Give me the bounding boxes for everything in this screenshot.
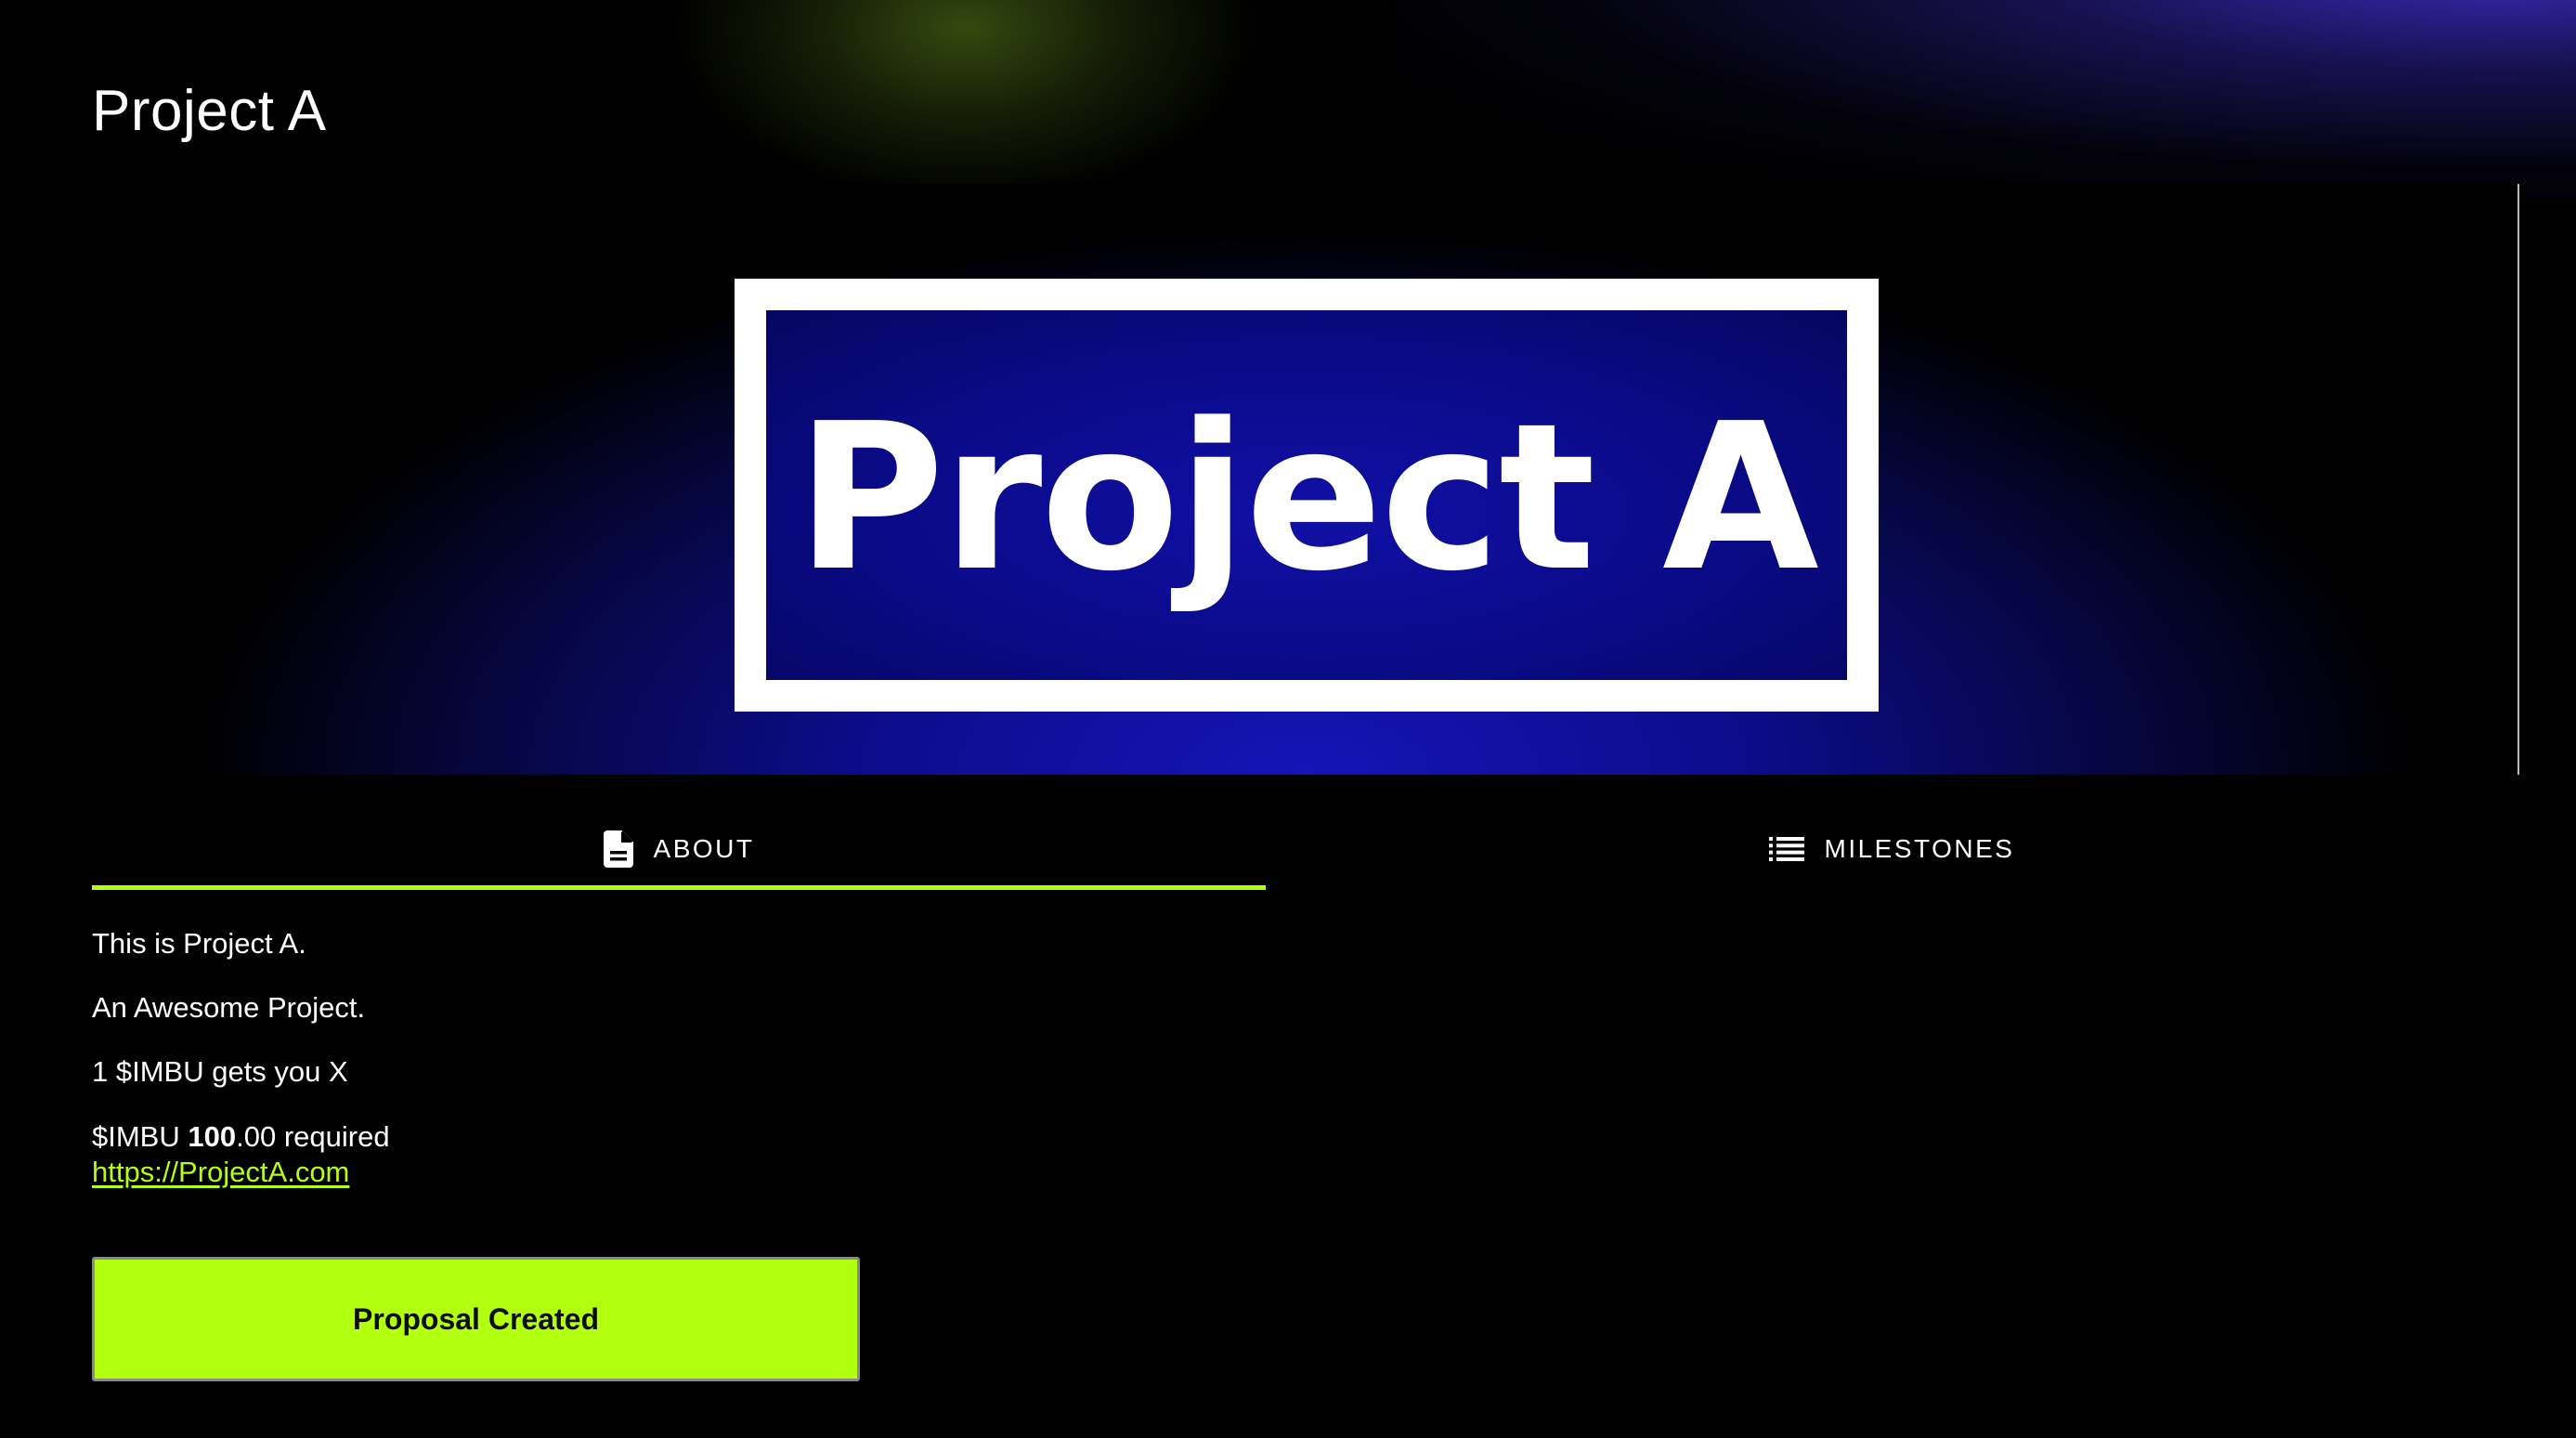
funding-currency: $IMBU — [92, 1120, 180, 1153]
funding-amount-decimal: .00 — [236, 1120, 277, 1153]
tab-milestones[interactable]: MILESTONES — [1266, 806, 2517, 892]
list-icon — [1768, 837, 1804, 861]
background-glow-green — [669, 0, 1263, 204]
about-line: An Awesome Project. — [92, 991, 366, 1024]
banner-logo-text: Project A — [796, 381, 1819, 616]
proposal-created-button[interactable]: Proposal Created — [92, 1257, 860, 1381]
project-website-link[interactable]: https://ProjectA.com — [92, 1152, 349, 1193]
project-tabs: ABOUT MILESTONES — [92, 806, 2517, 892]
background-glow-purple — [1393, 0, 2576, 204]
funding-required-suffix: required — [283, 1120, 390, 1153]
tab-milestones-label: MILESTONES — [1824, 834, 2015, 863]
project-banner-image: Project A — [92, 184, 2519, 775]
about-line: 1 $IMBU gets you X — [92, 1055, 348, 1088]
tab-about[interactable]: ABOUT — [92, 806, 1266, 892]
tab-about-label: ABOUT — [653, 834, 755, 863]
page-title: Project A — [92, 79, 327, 143]
active-tab-indicator — [92, 885, 1266, 890]
banner-logo-frame: Project A — [735, 279, 1879, 712]
document-icon — [603, 830, 633, 868]
funding-amount-whole: 100 — [188, 1120, 237, 1153]
about-line: This is Project A. — [92, 927, 306, 960]
